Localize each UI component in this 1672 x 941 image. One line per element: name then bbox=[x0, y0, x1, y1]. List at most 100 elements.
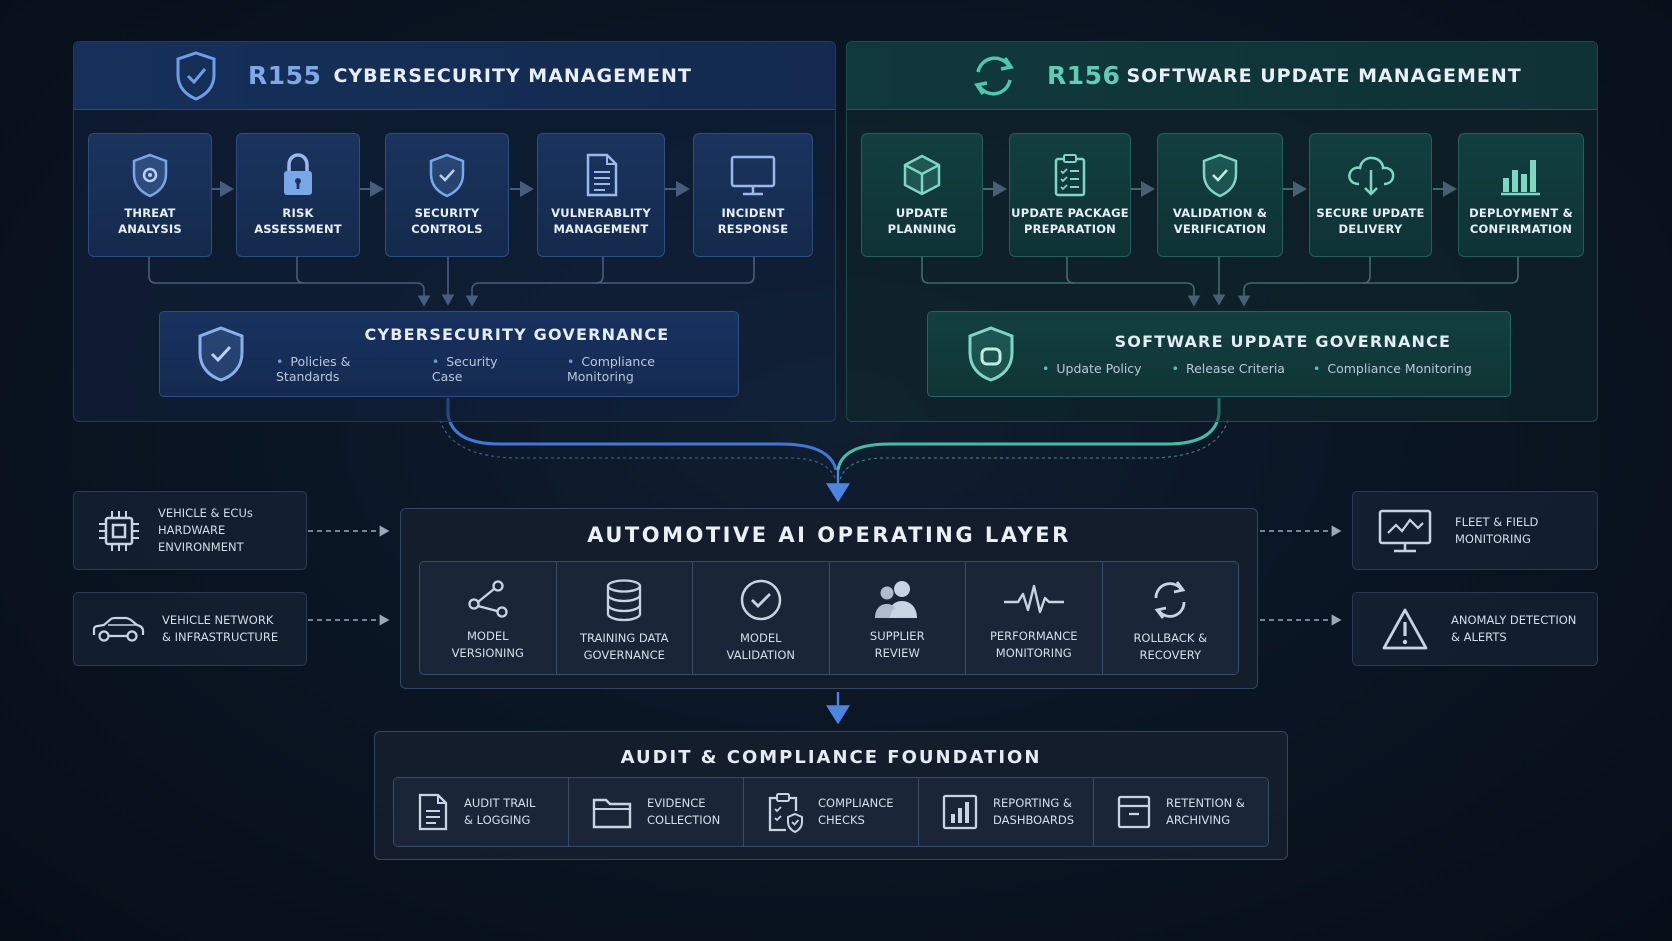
shield-lock-icon bbox=[966, 325, 1016, 383]
step-label: VALIDATION & VERIFICATION bbox=[1172, 206, 1268, 236]
governance-title: SOFTWARE UPDATE GOVERNANCE bbox=[1114, 332, 1452, 351]
ai-item-label: ROLLBACK & RECOVERY bbox=[1133, 631, 1208, 662]
bar-chart-icon bbox=[1498, 152, 1544, 198]
ai-item-model-versioning[interactable]: MODEL VERSIONING bbox=[420, 562, 557, 674]
monitor-icon bbox=[729, 152, 777, 198]
cube-icon bbox=[901, 152, 943, 198]
ai-item-label: MODEL VALIDATION bbox=[726, 631, 796, 662]
r155-step-vulnerability-management[interactable]: VULNERABLITY MANAGEMENT bbox=[537, 133, 665, 257]
audit-item-evidence-collection[interactable]: EVIDENCE COLLECTION bbox=[569, 778, 744, 846]
lock-icon bbox=[278, 152, 318, 198]
governance-item: Compliance Monitoring bbox=[1313, 361, 1471, 376]
r156-header: R156 SOFTWARE UPDATE MANAGEMENT bbox=[847, 42, 1597, 110]
output-label: FLEET & FIELD MONITORING bbox=[1455, 514, 1539, 546]
pulse-icon bbox=[1002, 578, 1066, 620]
output-label: ANOMALY DETECTION & ALERTS bbox=[1451, 613, 1577, 644]
r155-code: R155 bbox=[248, 61, 322, 90]
monitor-chart-icon bbox=[1377, 507, 1433, 555]
ai-item-label: MODEL VERSIONING bbox=[451, 629, 524, 660]
refresh-icon bbox=[1148, 578, 1192, 622]
governance-title: CYBERSECURITY GOVERNANCE bbox=[364, 324, 670, 344]
input-vehicle-ecus[interactable]: VEHICLE & ECUs HARDWARE ENVIRONMENT bbox=[73, 491, 307, 570]
audit-item-label: AUDIT TRAIL & LOGGING bbox=[464, 796, 536, 827]
archive-icon bbox=[1116, 793, 1152, 831]
input-vehicle-network[interactable]: VEHICLE NETWORK & INFRASTRUCTURE bbox=[73, 592, 307, 666]
audit-item-label: RETENTION & ARCHIVING bbox=[1166, 796, 1245, 827]
r155-panel: R155 CYBERSECURITY MANAGEMENT THREAT ANA… bbox=[73, 41, 836, 422]
audit-item-label: EVIDENCE COLLECTION bbox=[647, 796, 721, 827]
r156-code: R156 bbox=[1047, 61, 1121, 90]
chip-icon bbox=[96, 508, 142, 554]
step-label: THREAT ANALYSIS bbox=[118, 206, 182, 236]
branch-icon bbox=[466, 578, 510, 620]
governance-item: Update Policy bbox=[1042, 361, 1141, 376]
cybersecurity-governance: CYBERSECURITY GOVERNANCE Policies & Stan… bbox=[159, 311, 739, 397]
shield-check-icon bbox=[1200, 152, 1240, 198]
r156-panel: R156 SOFTWARE UPDATE MANAGEMENT UPDATE P… bbox=[846, 41, 1598, 422]
r156-step-update-package-preparation[interactable]: UPDATE PACKAGE PREPARATION bbox=[1009, 133, 1131, 257]
audit-item-label: COMPLIANCE CHECKS bbox=[818, 796, 894, 827]
audit-item-compliance-checks[interactable]: COMPLIANCE CHECKS bbox=[744, 778, 919, 846]
governance-item: Security Case bbox=[432, 354, 521, 384]
ai-item-training-data-governance[interactable]: TRAINING DATA GOVERNANCE bbox=[557, 562, 693, 674]
ai-item-label: TRAINING DATA GOVERNANCE bbox=[579, 631, 669, 662]
r156-step-validation-verification[interactable]: VALIDATION & VERIFICATION bbox=[1157, 133, 1283, 257]
ai-item-label: SUPPLIER REVIEW bbox=[869, 629, 925, 660]
r155-title: CYBERSECURITY MANAGEMENT bbox=[333, 64, 692, 87]
step-label: UPDATE PLANNING bbox=[887, 206, 957, 236]
audit-item-label: REPORTING & DASHBOARDS bbox=[993, 796, 1075, 827]
report-chart-icon bbox=[941, 793, 979, 831]
step-label: DEPLOYMENT & CONFIRMATION bbox=[1469, 206, 1573, 236]
folder-icon bbox=[591, 794, 633, 830]
r156-title: SOFTWARE UPDATE MANAGEMENT bbox=[1126, 64, 1522, 87]
ai-layer-items: MODEL VERSIONING TRAINING DATA GOVERNANC… bbox=[419, 561, 1239, 675]
step-label: SECURITY CONTROLS bbox=[411, 206, 483, 236]
database-icon bbox=[604, 578, 644, 622]
r156-step-secure-update-delivery[interactable]: SECURE UPDATE DELIVERY bbox=[1309, 133, 1432, 257]
r155-step-threat-analysis[interactable]: THREAT ANALYSIS bbox=[88, 133, 212, 257]
audit-compliance-foundation: AUDIT & COMPLIANCE FOUNDATION AUDIT TRAI… bbox=[374, 731, 1288, 860]
software-update-governance: SOFTWARE UPDATE GOVERNANCE Update Policy… bbox=[927, 311, 1511, 397]
r156-step-deployment-confirmation[interactable]: DEPLOYMENT & CONFIRMATION bbox=[1458, 133, 1584, 257]
document-lines-icon bbox=[416, 792, 450, 832]
shield-check-icon bbox=[427, 152, 467, 198]
input-label: VEHICLE & ECUs HARDWARE ENVIRONMENT bbox=[158, 506, 253, 554]
governance-item: Policies & Standards bbox=[276, 354, 402, 384]
step-label: RISK ASSESSMENT bbox=[254, 206, 342, 236]
r156-step-update-planning[interactable]: UPDATE PLANNING bbox=[861, 133, 983, 257]
shield-check-icon bbox=[174, 50, 218, 102]
clipboard-shield-icon bbox=[766, 791, 804, 833]
shield-target-icon bbox=[130, 152, 170, 198]
governance-item: Release Criteria bbox=[1172, 361, 1285, 376]
r155-step-security-controls[interactable]: SECURITY CONTROLS bbox=[385, 133, 509, 257]
ai-layer-title: AUTOMOTIVE AI OPERATING LAYER bbox=[587, 523, 1071, 547]
warning-icon bbox=[1381, 607, 1429, 651]
output-fleet-monitoring[interactable]: FLEET & FIELD MONITORING bbox=[1352, 491, 1598, 570]
ai-item-label: PERFORMANCE MONITORING bbox=[989, 629, 1078, 660]
output-anomaly-detection[interactable]: ANOMALY DETECTION & ALERTS bbox=[1352, 592, 1598, 666]
audit-item-retention-archiving[interactable]: RETENTION & ARCHIVING bbox=[1094, 778, 1268, 846]
shield-check-icon bbox=[196, 325, 246, 383]
step-label: VULNERABLITY MANAGEMENT bbox=[551, 206, 651, 236]
users-icon bbox=[872, 578, 922, 620]
audit-title: AUDIT & COMPLIANCE FOUNDATION bbox=[620, 747, 1042, 768]
audit-items: AUDIT TRAIL & LOGGING EVIDENCE COLLECTIO… bbox=[393, 777, 1269, 847]
cloud-download-icon bbox=[1345, 152, 1397, 198]
r155-step-risk-assessment[interactable]: RISK ASSESSMENT bbox=[236, 133, 360, 257]
r155-step-incident-response[interactable]: INCIDENT RESPONSE bbox=[693, 133, 813, 257]
step-label: UPDATE PACKAGE PREPARATION bbox=[1011, 206, 1129, 236]
audit-item-trail-logging[interactable]: AUDIT TRAIL & LOGGING bbox=[394, 778, 569, 846]
ai-item-performance-monitoring[interactable]: PERFORMANCE MONITORING bbox=[966, 562, 1103, 674]
car-icon bbox=[90, 614, 146, 644]
ai-item-supplier-review[interactable]: SUPPLIER REVIEW bbox=[830, 562, 966, 674]
clipboard-checklist-icon bbox=[1050, 152, 1090, 198]
governance-item: Compliance Monitoring bbox=[567, 354, 708, 384]
ai-item-rollback-recovery[interactable]: ROLLBACK & RECOVERY bbox=[1103, 562, 1239, 674]
audit-item-reporting-dashboards[interactable]: REPORTING & DASHBOARDS bbox=[919, 778, 1094, 846]
ai-item-model-validation[interactable]: MODEL VALIDATION bbox=[693, 562, 830, 674]
input-label: VEHICLE NETWORK & INFRASTRUCTURE bbox=[162, 613, 279, 644]
r155-header: R155 CYBERSECURITY MANAGEMENT bbox=[74, 42, 835, 110]
check-circle-icon bbox=[739, 578, 783, 622]
ai-operating-layer: AUTOMOTIVE AI OPERATING LAYER MODEL VERS… bbox=[400, 508, 1258, 689]
step-label: INCIDENT RESPONSE bbox=[717, 206, 789, 236]
